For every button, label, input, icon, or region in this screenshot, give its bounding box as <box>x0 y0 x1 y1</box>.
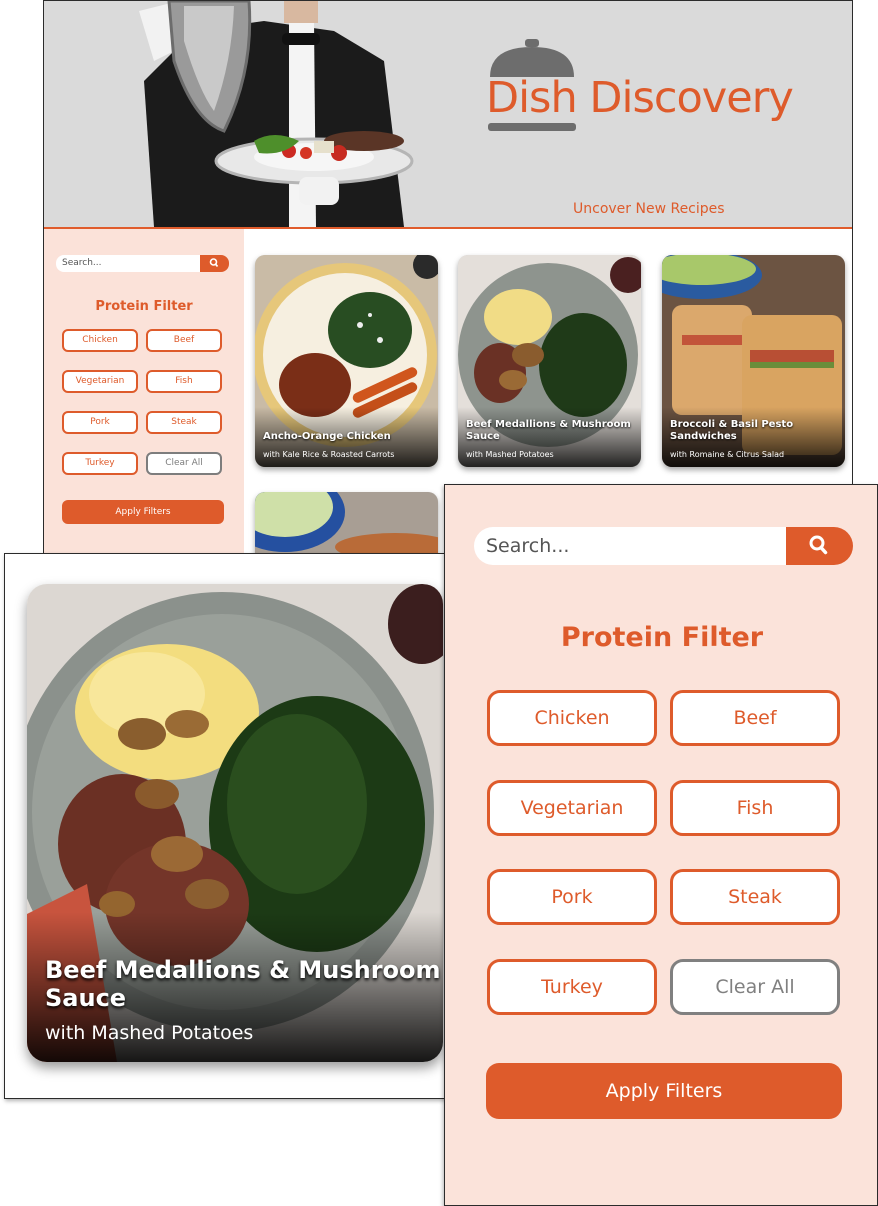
filter-chicken-button[interactable]: Chicken <box>487 690 657 746</box>
search-input[interactable]: Search... <box>474 527 786 565</box>
recipe-subtitle: with Romaine & Citrus Salad <box>670 450 785 459</box>
recipe-title: Broccoli & Basil Pesto Sandwiches <box>670 419 794 442</box>
apply-filters-button[interactable]: Apply Filters <box>62 500 224 524</box>
clear-all-button[interactable]: Clear All <box>146 452 222 475</box>
recipe-card-zoomed[interactable]: Beef Medallions & Mushroom Sauce with Ma… <box>27 584 443 1062</box>
recipe-title: Ancho-Orange Chicken <box>263 431 391 442</box>
recipe-card[interactable]: Beef Medallions & Mushroom Sauce with Ma… <box>458 255 641 467</box>
zoomed-card-panel: Beef Medallions & Mushroom Sauce with Ma… <box>4 553 470 1099</box>
hero-header: Dish Discovery Uncover New Recipes <box>44 1 852 229</box>
filter-vegetarian-button[interactable]: Vegetarian <box>62 370 138 393</box>
filter-fish-button[interactable]: Fish <box>146 370 222 393</box>
filter-turkey-button[interactable]: Turkey <box>487 959 657 1015</box>
clear-all-button[interactable]: Clear All <box>670 959 840 1015</box>
search-button[interactable] <box>200 255 229 272</box>
filter-fish-button[interactable]: Fish <box>670 780 840 836</box>
search-input[interactable]: Search... <box>56 255 200 272</box>
filter-sidebar: Search... Protein Filter Chicken Beef Ve… <box>44 229 244 600</box>
search-icon <box>209 258 219 268</box>
recipe-subtitle: with Mashed Potatoes <box>466 450 554 459</box>
filter-title: Protein Filter <box>95 299 193 314</box>
filter-steak-button[interactable]: Steak <box>670 869 840 925</box>
recipe-subtitle: with Mashed Potatoes <box>45 1022 254 1044</box>
search-bar: Search... <box>56 255 229 272</box>
recipe-title: Beef Medallions & Mushroom Sauce <box>466 419 631 442</box>
filter-pork-button[interactable]: Pork <box>487 869 657 925</box>
filter-title: Protein Filter <box>560 622 764 653</box>
recipe-card[interactable]: Ancho-Orange Chicken with Kale Rice & Ro… <box>255 255 438 467</box>
recipe-card[interactable]: Broccoli & Basil Pesto Sandwiches with R… <box>662 255 845 467</box>
recipe-title: Beef Medallions & Mushroom Sauce <box>45 956 441 1012</box>
zoomed-filter-panel: Search... Protein Filter Chicken Beef Ve… <box>444 484 878 1206</box>
recipe-subtitle: with Kale Rice & Roasted Carrots <box>263 450 395 459</box>
search-button[interactable] <box>786 527 853 565</box>
filter-chicken-button[interactable]: Chicken <box>62 329 138 352</box>
filter-beef-button[interactable]: Beef <box>146 329 222 352</box>
waiter-photo <box>139 1 414 227</box>
apply-filters-button[interactable]: Apply Filters <box>486 1063 842 1119</box>
filter-turkey-button[interactable]: Turkey <box>62 452 138 475</box>
brand-name: Dish Discovery <box>486 73 794 123</box>
filter-vegetarian-button[interactable]: Vegetarian <box>487 780 657 836</box>
search-icon <box>809 535 828 555</box>
filter-beef-button[interactable]: Beef <box>670 690 840 746</box>
filter-steak-button[interactable]: Steak <box>146 411 222 434</box>
tagline: Uncover New Recipes <box>573 201 725 217</box>
filter-pork-button[interactable]: Pork <box>62 411 138 434</box>
